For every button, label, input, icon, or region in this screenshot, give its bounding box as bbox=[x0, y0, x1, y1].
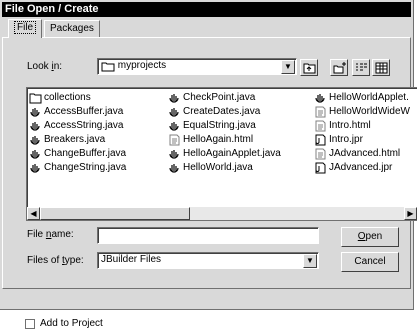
project-file-icon bbox=[315, 162, 326, 174]
look-in-value: myprojects bbox=[117, 60, 167, 71]
java-file-icon bbox=[169, 150, 179, 159]
add-to-project-checkbox[interactable] bbox=[25, 319, 35, 329]
project-file-icon bbox=[315, 134, 326, 146]
details-view-button[interactable] bbox=[372, 59, 390, 76]
dialog-title: File Open / Create bbox=[2, 2, 411, 17]
look-in-combo[interactable]: myprojects ▼ bbox=[97, 58, 297, 75]
list-item-html[interactable]: HelloWorldWideW bbox=[314, 105, 410, 119]
chevron-down-icon[interactable]: ▼ bbox=[281, 60, 295, 74]
html-file-icon bbox=[315, 106, 326, 118]
list-item-html[interactable]: HelloAgain.html bbox=[168, 133, 281, 147]
html-file-icon bbox=[315, 120, 326, 132]
html-file-icon bbox=[169, 134, 180, 146]
list-item-folder[interactable]: collections bbox=[29, 91, 126, 105]
scroll-right-icon[interactable]: ▶ bbox=[404, 207, 417, 220]
list-item-jpr[interactable]: JAdvanced.jpr bbox=[314, 161, 410, 175]
horizontal-scrollbar[interactable]: ◀ ▶ bbox=[27, 207, 417, 220]
list-item-java[interactable]: EqualString.java bbox=[168, 119, 281, 133]
list-item-java[interactable]: ChangeString.java bbox=[29, 161, 126, 175]
java-file-icon bbox=[30, 136, 40, 145]
list-item-java[interactable]: CreateDates.java bbox=[168, 105, 281, 119]
java-file-icon bbox=[169, 94, 179, 103]
java-file-icon bbox=[315, 94, 325, 103]
list-item-java[interactable]: ChangeBuffer.java bbox=[29, 147, 126, 161]
list-item-java[interactable]: AccessString.java bbox=[29, 119, 126, 133]
java-file-icon bbox=[169, 164, 179, 173]
up-folder-icon bbox=[303, 63, 316, 74]
java-file-icon bbox=[30, 108, 40, 117]
tab-file-label: File bbox=[14, 21, 37, 34]
new-folder-button[interactable] bbox=[330, 59, 348, 76]
file-list[interactable]: collections AccessBuffer.java AccessStri… bbox=[26, 87, 417, 221]
list-item-java[interactable]: HelloWorldApplet. bbox=[314, 91, 410, 105]
details-view-icon bbox=[375, 62, 388, 74]
list-item-java[interactable]: AccessBuffer.java bbox=[29, 105, 126, 119]
java-file-icon bbox=[30, 164, 40, 173]
list-item-html[interactable]: JAdvanced.html bbox=[314, 147, 410, 161]
html-file-icon bbox=[315, 148, 326, 160]
new-folder-icon bbox=[333, 62, 346, 74]
list-item-html[interactable]: Intro.html bbox=[314, 119, 410, 133]
tab-packages-label: Packages bbox=[50, 23, 94, 34]
list-view-icon bbox=[356, 63, 367, 71]
file-type-value: JBuilder Files bbox=[101, 254, 162, 265]
file-name-input[interactable] bbox=[97, 227, 319, 244]
file-column-1: collections AccessBuffer.java AccessStri… bbox=[29, 91, 126, 175]
folder-icon bbox=[101, 62, 115, 71]
cancel-button[interactable]: Cancel bbox=[341, 252, 399, 272]
list-item-java[interactable]: Breakers.java bbox=[29, 133, 126, 147]
list-item-java[interactable]: CheckPoint.java bbox=[168, 91, 281, 105]
folder-icon bbox=[29, 93, 42, 104]
file-name-label: File name: bbox=[27, 229, 74, 240]
file-open-dialog: File Open / Create File Packages Look in… bbox=[0, 0, 417, 310]
file-type-select[interactable]: JBuilder Files ▼ bbox=[97, 252, 319, 269]
list-item-java[interactable]: HelloAgainApplet.java bbox=[168, 147, 281, 161]
list-item-jpr[interactable]: Intro.jpr bbox=[314, 133, 410, 147]
list-view-button[interactable] bbox=[352, 59, 370, 76]
list-item-java[interactable]: HelloWorld.java bbox=[168, 161, 281, 175]
add-to-project-label: Add to Project bbox=[40, 318, 103, 329]
open-button[interactable]: Open bbox=[341, 227, 399, 247]
java-file-icon bbox=[169, 108, 179, 117]
tab-packages[interactable]: Packages bbox=[44, 20, 100, 37]
java-file-icon bbox=[30, 122, 40, 131]
scroll-left-icon[interactable]: ◀ bbox=[27, 207, 40, 220]
look-in-label: Look in: bbox=[27, 61, 63, 72]
up-folder-button[interactable] bbox=[300, 59, 318, 76]
file-column-2: CheckPoint.java CreateDates.java EqualSt… bbox=[168, 91, 281, 175]
file-column-3: HelloWorldApplet. HelloWorldWideW Intro.… bbox=[314, 91, 410, 175]
scroll-thumb[interactable] bbox=[40, 207, 190, 220]
java-file-icon bbox=[30, 150, 40, 159]
file-type-label: Files of type: bbox=[27, 255, 84, 266]
chevron-down-icon[interactable]: ▼ bbox=[303, 254, 317, 268]
java-file-icon bbox=[169, 122, 179, 131]
tab-file[interactable]: File bbox=[8, 19, 43, 38]
